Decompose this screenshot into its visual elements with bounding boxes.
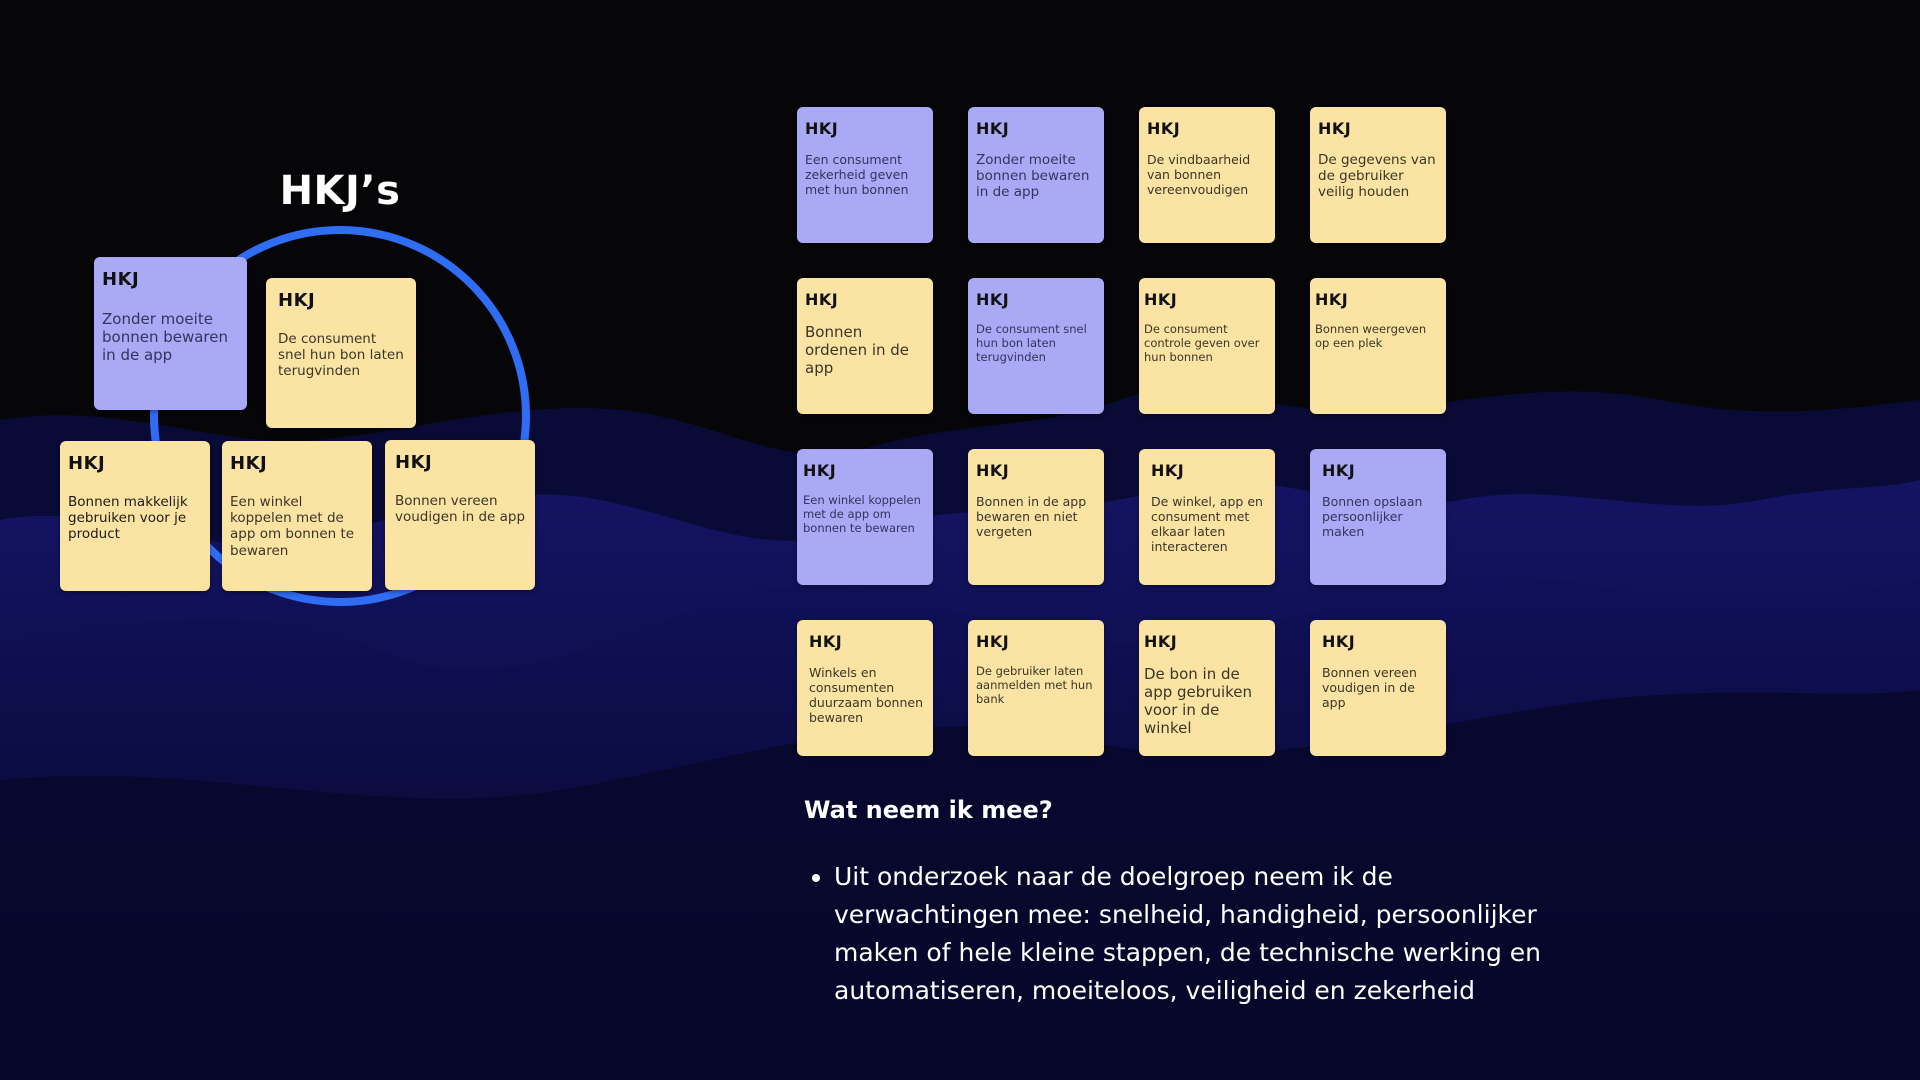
- note-text: Bonnen makkelijk gebruiken voor je produ…: [68, 494, 188, 543]
- note-tag: HKJ: [805, 119, 839, 138]
- slide: HKJ’s HKJ Zonder moeite bonnen bewaren i…: [0, 0, 1920, 1080]
- note-tag: HKJ: [803, 461, 837, 480]
- note-tag: HKJ: [230, 453, 268, 474]
- takeaway-list: Uit onderzoek naar de doelgroep neem ik …: [804, 858, 1554, 1010]
- note-tag: HKJ: [1318, 119, 1352, 138]
- grid-note: HKJ Winkels en consumenten duurzaam bonn…: [797, 620, 933, 756]
- note-text: Winkels en consumenten duurzaam bonnen b…: [809, 665, 923, 725]
- grid-note: HKJ De gegevens van de gebruiker veilig …: [1310, 107, 1446, 243]
- takeaway-bullet: Uit onderzoek naar de doelgroep neem ik …: [834, 858, 1554, 1010]
- note-text: Bonnen vereen voudigen in de app: [1322, 665, 1417, 710]
- grid-note: HKJ Een winkel koppelen met de app om bo…: [797, 449, 933, 585]
- note-text: Een consument zekerheid geven met hun bo…: [805, 152, 909, 197]
- grid-note: HKJ De vindbaarheid van bonnen vereenvou…: [1139, 107, 1275, 243]
- note-text: Bonnen weergeven op een plek: [1315, 322, 1427, 350]
- note-text: Bonnen in de app bewaren en niet vergete…: [976, 494, 1087, 539]
- note-text: Een winkel koppelen met de app om bonnen…: [230, 494, 355, 559]
- note-tag: HKJ: [976, 119, 1010, 138]
- note-text: De gegevens van de gebruiker veilig houd…: [1318, 152, 1436, 201]
- note-tag: HKJ: [809, 632, 843, 651]
- grid-note: HKJ Bonnen vereen voudigen in de app: [1310, 620, 1446, 756]
- note-tag: HKJ: [1322, 461, 1356, 480]
- note-tag: HKJ: [1151, 461, 1185, 480]
- cluster-note: HKJ Bonnen makkelijk gebruiken voor je p…: [60, 441, 210, 591]
- cluster-note: HKJ Bonnen vereen voudigen in de app: [385, 440, 535, 590]
- note-text: De consument controle geven over hun bon…: [1144, 322, 1260, 364]
- note-tag: HKJ: [102, 269, 140, 290]
- grid-note: HKJ De consument snel hun bon laten teru…: [968, 278, 1104, 414]
- grid-note: HKJ Bonnen in de app bewaren en niet ver…: [968, 449, 1104, 585]
- note-tag: HKJ: [395, 452, 433, 473]
- note-tag: HKJ: [1322, 632, 1356, 651]
- note-text: Bonnen ordenen in de app: [805, 323, 910, 377]
- note-tag: HKJ: [278, 290, 316, 311]
- grid-note: HKJ Zonder moeite bonnen bewaren in de a…: [968, 107, 1104, 243]
- grid-note: HKJ Een consument zekerheid geven met hu…: [797, 107, 933, 243]
- note-text: De vindbaarheid van bonnen vereenvoudige…: [1147, 152, 1251, 197]
- note-tag: HKJ: [976, 461, 1010, 480]
- note-tag: HKJ: [1147, 119, 1181, 138]
- takeaway-heading: Wat neem ik mee?: [804, 796, 1053, 824]
- grid-note: HKJ De consument controle geven over hun…: [1139, 278, 1275, 414]
- cluster-note: HKJ Een winkel koppelen met de app om bo…: [222, 441, 372, 591]
- grid-note: HKJ De gebruiker laten aanmelden met hun…: [968, 620, 1104, 756]
- note-text: De consument snel hun bon laten terugvin…: [976, 322, 1087, 364]
- note-text: De consument snel hun bon laten terugvin…: [278, 331, 404, 380]
- grid-note: HKJ Bonnen opslaan persoonlijker maken: [1310, 449, 1446, 585]
- note-tag: HKJ: [976, 632, 1010, 651]
- note-tag: HKJ: [1144, 290, 1178, 309]
- grid-note: HKJ Bonnen ordenen in de app: [797, 278, 933, 414]
- note-text: Zonder moeite bonnen bewaren in de app: [102, 310, 228, 364]
- note-text: De gebruiker laten aanmelden met hun ban…: [976, 664, 1093, 706]
- grid-note: HKJ Bonnen weergeven op een plek: [1310, 278, 1446, 414]
- note-text: Bonnen vereen voudigen in de app: [395, 493, 526, 526]
- grid-note: HKJ De winkel, app en consument met elka…: [1139, 449, 1275, 585]
- grid-note: HKJ De bon in de app gebruiken voor in d…: [1139, 620, 1275, 756]
- note-text: Een winkel koppelen met de app om bonnen…: [803, 493, 921, 535]
- note-text: Bonnen opslaan persoonlijker maken: [1322, 494, 1423, 539]
- note-tag: HKJ: [1144, 632, 1178, 651]
- note-tag: HKJ: [805, 290, 839, 309]
- cluster-note: HKJ Zonder moeite bonnen bewaren in de a…: [94, 257, 247, 410]
- note-text: De bon in de app gebruiken voor in de wi…: [1144, 665, 1253, 737]
- section-title: HKJ’s: [279, 168, 401, 214]
- note-tag: HKJ: [1315, 290, 1349, 309]
- note-tag: HKJ: [976, 290, 1010, 309]
- note-text: De winkel, app en consument met elkaar l…: [1151, 494, 1263, 554]
- cluster-note: HKJ De consument snel hun bon laten teru…: [266, 278, 416, 428]
- note-tag: HKJ: [68, 453, 106, 474]
- note-text: Zonder moeite bonnen bewaren in de app: [976, 152, 1090, 201]
